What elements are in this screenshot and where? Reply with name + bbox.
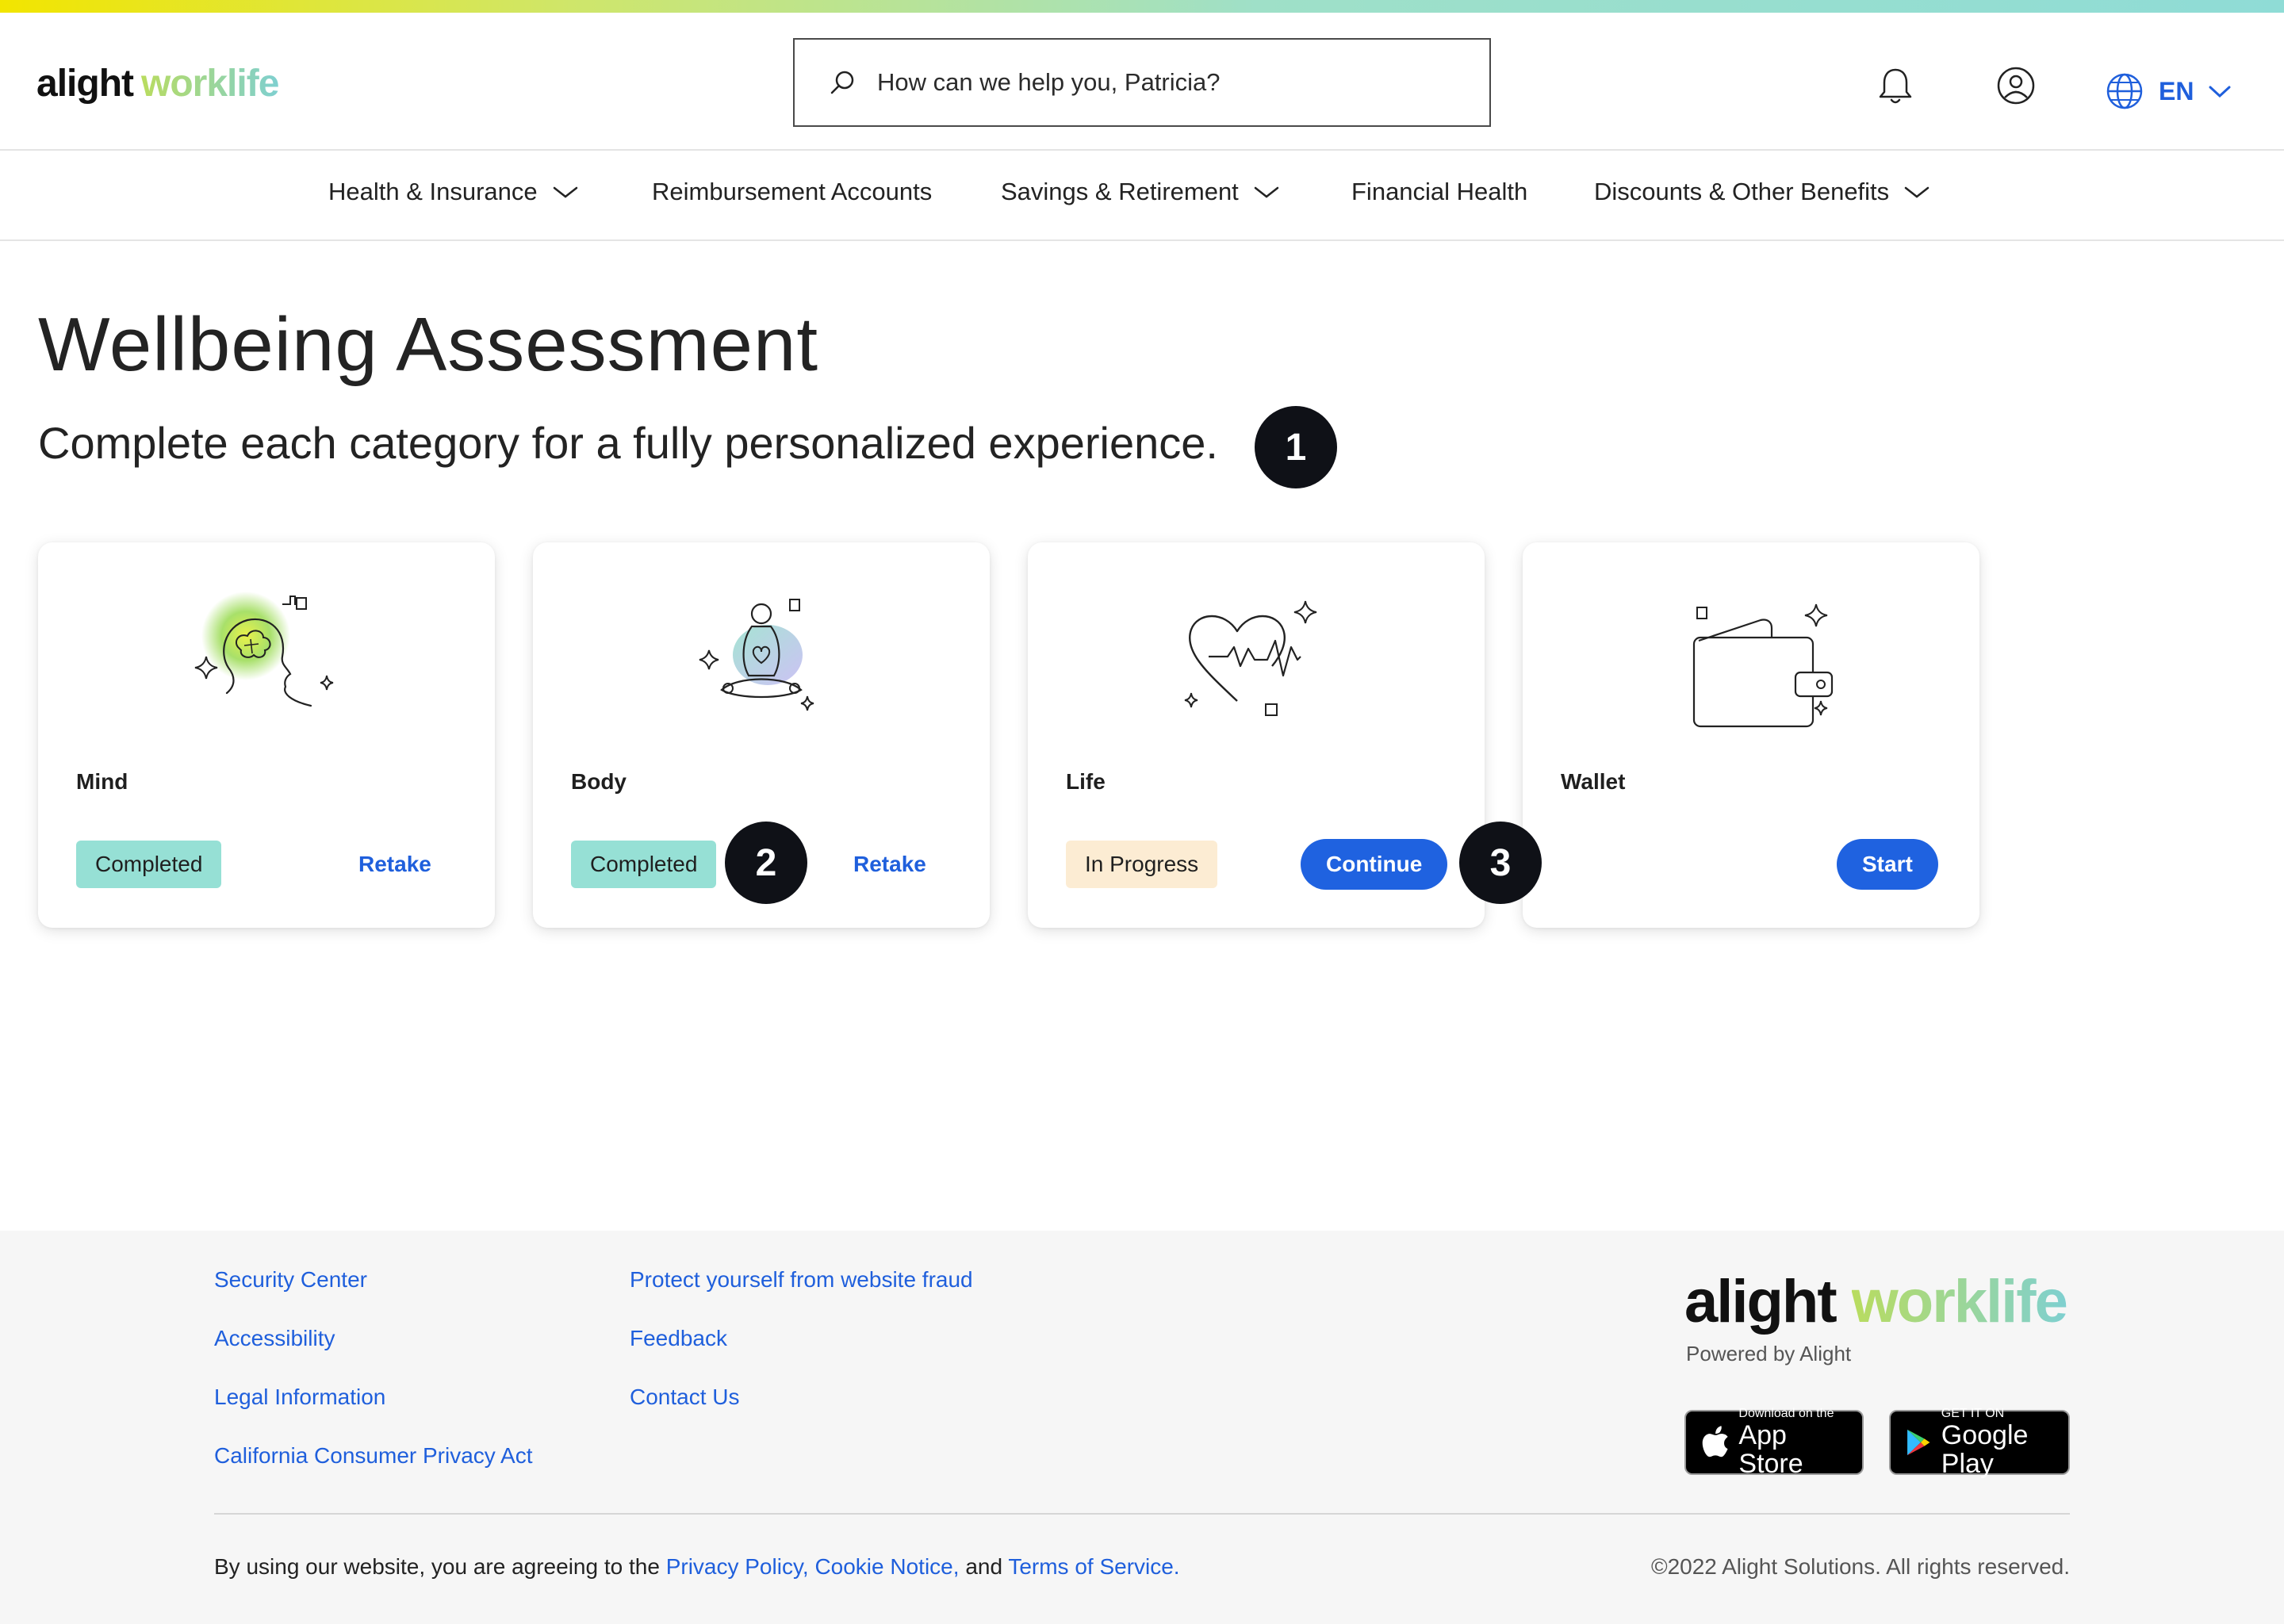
assessment-card-mind: Mind Completed Retake [38,542,495,928]
footer-link-security-center[interactable]: Security Center [214,1267,367,1293]
nav-discounts-other-benefits[interactable]: Discounts & Other Benefits [1594,178,1930,206]
status-badge: Completed [76,841,222,888]
retake-button[interactable]: Retake [853,852,926,877]
language-code: EN [2159,76,2194,105]
chevron-down-icon [553,186,577,198]
search-input[interactable]: How can we help you, Patricia? [793,38,1491,127]
legal-notice: By using our website, you are agreeing t… [214,1554,1180,1579]
powered-by: Powered by Alight [1686,1342,1852,1365]
cookie-notice-link[interactable]: Cookie Notice, [814,1554,959,1579]
globe-icon [2106,73,2143,109]
step-marker-2: 2 [725,822,807,904]
meditation-figure-icon [699,599,814,711]
nav-health-insurance[interactable]: Health & Insurance [328,178,579,206]
terms-of-service-link[interactable]: Terms of Service. [1008,1554,1179,1579]
user-profile-icon[interactable] [1992,62,2040,109]
chevron-down-icon [1904,186,1930,198]
assessment-card-wallet: Wallet Start [1523,542,1979,928]
status-badge: Completed [571,841,717,888]
footer-link-feedback[interactable]: Feedback [630,1326,727,1351]
assessment-card-life: Life In Progress Continue [1028,542,1485,928]
app-store-badge[interactable]: Download on the App Store [1684,1407,1864,1478]
heart-pulse-icon [1184,600,1317,716]
google-play-badge[interactable]: GET IT ON Google Play [1889,1407,2070,1478]
language-selector[interactable]: EN [2105,71,2232,111]
apple-icon [1702,1426,1728,1457]
wallet-icon [1692,603,1834,728]
footer-link-legal-information[interactable]: Legal Information [214,1385,385,1410]
search-placeholder: How can we help you, Patricia? [877,68,1221,96]
chevron-down-icon [1254,186,1279,198]
page-title: Wellbeing Assessment [38,302,819,387]
site-footer: Security Center Accessibility Legal Info… [0,1231,2284,1624]
card-title: Body [571,769,627,794]
main-navigation: Health & Insurance Reimbursement Account… [0,152,2284,241]
nav-reimbursement-accounts[interactable]: Reimbursement Accounts [652,178,932,206]
chevron-down-icon [2209,86,2231,98]
nav-savings-retirement[interactable]: Savings & Retirement [1001,178,1280,206]
step-marker-3: 3 [1459,822,1542,904]
step-marker-1: 1 [1255,406,1337,488]
site-header: alight worklife How can we help you, Patr… [0,13,2284,151]
copyright: ©2022 Alight Solutions. All rights reser… [1650,1554,2070,1579]
continue-button[interactable]: Continue [1301,839,1448,890]
card-title: Wallet [1561,769,1626,794]
search-icon [830,71,854,94]
privacy-policy-link[interactable]: Privacy Policy, [666,1554,809,1579]
bell-icon[interactable] [1872,62,1919,109]
alight-worklife-logo[interactable]: alight worklife [36,62,279,105]
retake-button[interactable]: Retake [358,852,431,877]
brand-gradient-bar [0,0,2284,13]
status-badge: In Progress [1066,841,1218,888]
page-subtitle: Complete each category for a fully perso… [38,418,1218,468]
brain-head-icon [194,592,334,707]
footer-link-accessibility[interactable]: Accessibility [214,1326,335,1351]
footer-link-website-fraud[interactable]: Protect yourself from website fraud [630,1267,973,1293]
card-title: Mind [76,769,128,794]
footer-link-contact-us[interactable]: Contact Us [630,1385,740,1410]
google-play-icon [1907,1429,1930,1456]
footer-logo: alight worklife [1684,1268,2068,1335]
card-title: Life [1066,769,1106,794]
footer-divider [214,1513,2070,1515]
footer-link-ccpa[interactable]: California Consumer Privacy Act [214,1443,532,1469]
start-button[interactable]: Start [1837,839,1938,890]
nav-financial-health[interactable]: Financial Health [1351,178,1527,206]
